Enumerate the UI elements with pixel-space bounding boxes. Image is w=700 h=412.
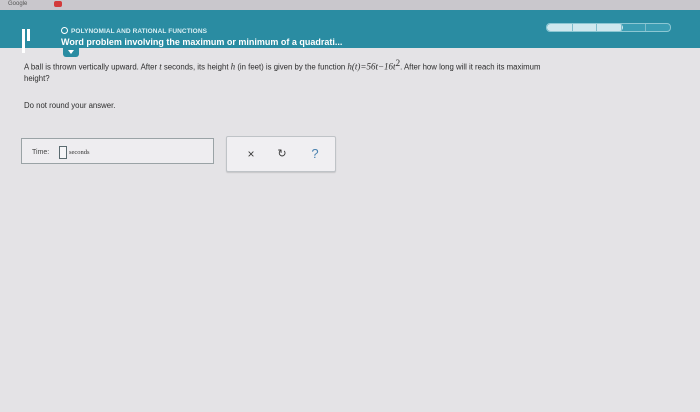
close-icon: × bbox=[247, 147, 255, 161]
undo-button[interactable]: ↻ bbox=[274, 146, 290, 162]
topic-dot-icon bbox=[61, 27, 68, 34]
collapse-toggle[interactable] bbox=[63, 48, 79, 57]
chevron-down-icon bbox=[68, 50, 74, 54]
instruction-text: Do not round your answer. bbox=[24, 101, 116, 110]
progress-fill bbox=[547, 24, 624, 31]
answer-tools: × ↻ ? bbox=[226, 136, 336, 172]
help-icon: ? bbox=[311, 146, 319, 161]
function-expression: h(t)=56t−16t bbox=[347, 61, 396, 72]
question-part: seconds, its height bbox=[161, 62, 231, 72]
question-part: A ball is thrown vertically upward. Afte… bbox=[24, 62, 160, 72]
menu-icon[interactable] bbox=[22, 29, 36, 53]
question-text: A ball is thrown vertically upward. Afte… bbox=[24, 58, 700, 84]
answer-unit: seconds bbox=[69, 149, 90, 156]
progress-segment-divider bbox=[645, 24, 647, 31]
topic-label: POLYNOMIAL AND RATIONAL FUNCTIONS bbox=[61, 27, 207, 35]
question-part: . After how long will it reach its maxim… bbox=[400, 62, 541, 72]
topic-text: POLYNOMIAL AND RATIONAL FUNCTIONS bbox=[71, 28, 208, 35]
clear-button[interactable]: × bbox=[243, 146, 259, 162]
browser-bar: Google bbox=[0, 0, 700, 10]
question-part: (in feet) is given by the function bbox=[235, 62, 348, 72]
lesson-header: POLYNOMIAL AND RATIONAL FUNCTIONS Word p… bbox=[0, 10, 700, 53]
progress-segment-divider bbox=[596, 24, 598, 31]
browser-tab-label[interactable]: Google bbox=[8, 0, 27, 8]
progress-segment-divider bbox=[620, 24, 622, 31]
progress-bar bbox=[546, 23, 671, 32]
answer-label: Time: bbox=[32, 149, 50, 156]
help-button[interactable]: ? bbox=[307, 146, 323, 162]
answer-panel: Time: seconds bbox=[21, 138, 214, 164]
question-part: height? bbox=[24, 73, 50, 83]
progress-segment-divider bbox=[571, 24, 573, 31]
page-title: Word problem involving the maximum or mi… bbox=[61, 37, 343, 47]
time-input[interactable] bbox=[59, 146, 67, 159]
youtube-icon[interactable] bbox=[54, 1, 62, 7]
undo-icon: ↻ bbox=[277, 148, 287, 160]
